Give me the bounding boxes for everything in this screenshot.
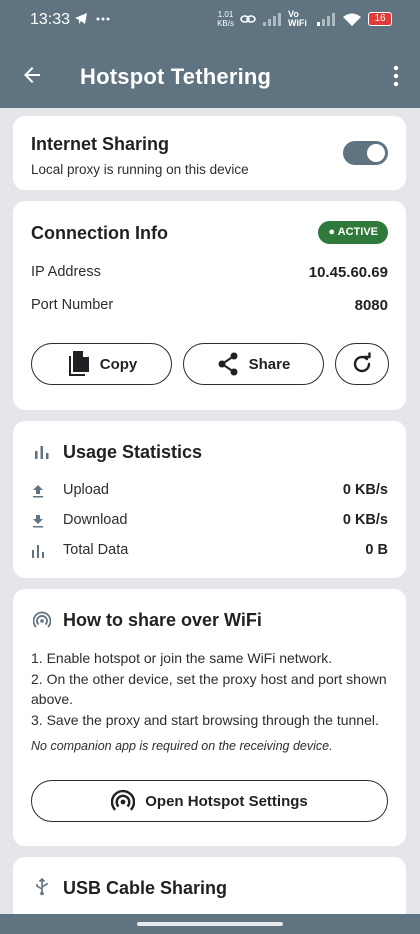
net-speed: 1.01 KB/s	[217, 10, 234, 28]
connection-info-title: Connection Info	[31, 223, 168, 243]
upload-label: Upload	[63, 482, 109, 498]
toggle-knob	[367, 144, 385, 162]
upload-row: Upload 0 KB/s	[31, 482, 388, 502]
page-title: Hotspot Tethering	[80, 64, 272, 89]
notification-icons	[75, 13, 110, 24]
companion-note: No companion app is required on the rece…	[31, 739, 333, 753]
usage-statistics-card: Usage Statistics Upload 0 KB/s Download …	[13, 421, 406, 578]
how-to-share-title: How to share over WiFi	[63, 610, 262, 630]
instructions-list: 1. Enable hotspot or join the same WiFi …	[31, 648, 392, 730]
bar-chart-small-icon	[32, 545, 44, 558]
battery-indicator: 16	[368, 12, 392, 26]
refresh-icon	[353, 352, 371, 373]
signal-icon-2	[317, 13, 335, 26]
copy-button[interactable]: Copy	[31, 343, 172, 385]
status-badge: ● ACTIVE	[318, 221, 388, 244]
gesture-handle[interactable]	[137, 922, 283, 926]
download-row: Download 0 KB/s	[31, 512, 388, 532]
ip-address-label: IP Address	[31, 264, 101, 280]
share-button-label: Share	[248, 355, 291, 373]
more-vert-icon[interactable]	[390, 64, 402, 88]
refresh-button[interactable]	[335, 343, 389, 385]
status-time: 13:33	[30, 11, 71, 28]
instruction-step: 3. Save the proxy and start browsing thr…	[31, 711, 379, 728]
signal-icon-1	[263, 13, 281, 26]
bar-chart-icon	[35, 446, 49, 459]
port-number-value: 8080	[354, 297, 388, 314]
copy-button-label: Copy	[99, 355, 138, 373]
internet-sharing-subtitle: Local proxy is running on this device	[31, 162, 249, 177]
download-label: Download	[63, 512, 128, 528]
ip-address-value: 10.45.60.69	[308, 264, 388, 281]
system-nav-bar	[0, 914, 420, 934]
total-data-row: Total Data 0 B	[31, 542, 388, 562]
usb-sharing-title: USB Cable Sharing	[63, 878, 228, 898]
how-to-share-card: How to share over WiFi 1. Enable hotspot…	[13, 589, 406, 846]
open-hotspot-settings-label: Open Hotspot Settings	[145, 792, 308, 810]
status-bar: 13:33 1.01 KB/s Vo WiFi 16	[0, 0, 420, 42]
total-data-value: 0 B	[365, 542, 388, 558]
wifi-icon	[343, 13, 361, 26]
internet-sharing-card: Internet Sharing Local proxy is running …	[13, 116, 406, 190]
telegram-notification-icon	[74, 11, 120, 30]
vowifi-label: Vo WiFi	[288, 9, 307, 28]
instruction-step: 1. Enable hotspot or join the same WiFi …	[31, 650, 333, 666]
arrow-back-icon[interactable]	[20, 63, 44, 87]
net-speed-unit: KB/s	[217, 19, 234, 28]
download-icon	[33, 515, 43, 528]
internet-sharing-toggle[interactable]	[343, 141, 388, 165]
usage-statistics-title: Usage Statistics	[63, 442, 203, 462]
share-icon	[218, 352, 238, 376]
internet-sharing-title: Internet Sharing	[31, 134, 170, 154]
link-icon	[240, 15, 256, 23]
net-speed-value: 1.01	[217, 10, 234, 19]
total-data-label: Total Data	[63, 542, 129, 558]
copy-icon	[68, 351, 89, 376]
usb-icon	[36, 878, 48, 896]
instruction-step: 2. On the other device, set the proxy ho…	[31, 670, 387, 708]
upload-icon	[33, 485, 43, 498]
app-bar: Hotspot Tethering	[0, 42, 420, 108]
hotspot-icon	[33, 611, 51, 628]
port-number-label: Port Number	[31, 297, 114, 313]
download-value: 0 KB/s	[342, 512, 388, 528]
hotspot-button-icon	[111, 789, 136, 811]
status-right-icons: 1.01 KB/s Vo WiFi 16	[217, 10, 392, 28]
connection-info-card: Connection Info ● ACTIVE IP Address 10.4…	[13, 201, 406, 410]
open-hotspot-settings-button[interactable]: Open Hotspot Settings	[31, 780, 388, 822]
share-button[interactable]: Share	[183, 343, 324, 385]
upload-value: 0 KB/s	[342, 482, 388, 498]
